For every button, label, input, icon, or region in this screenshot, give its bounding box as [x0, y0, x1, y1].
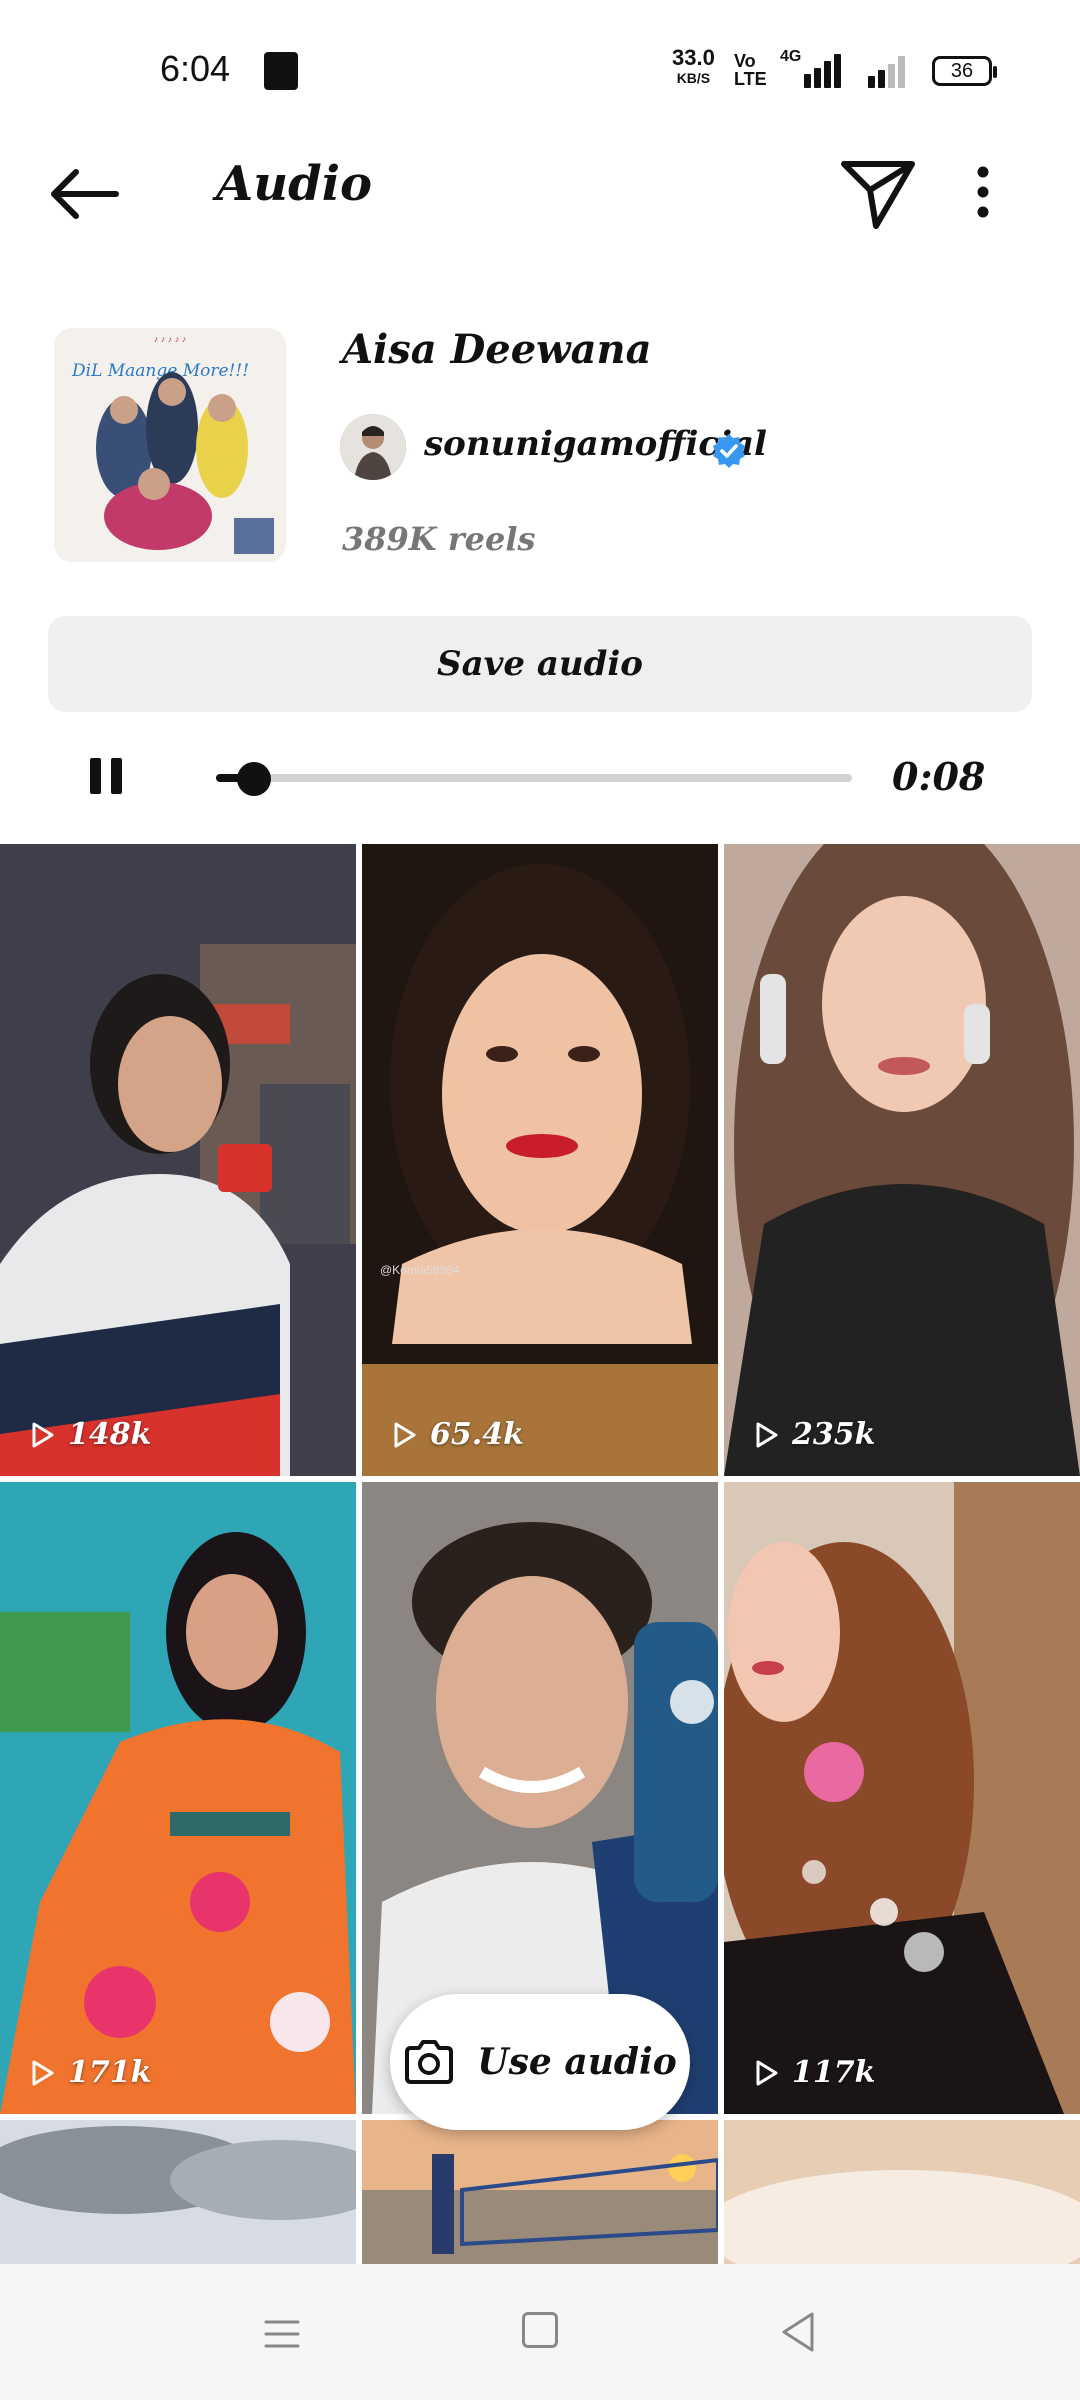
- artist-avatar[interactable]: [340, 414, 406, 480]
- pause-icon: [90, 758, 101, 794]
- triangle-back-icon: [782, 2312, 814, 2352]
- pause-button[interactable]: [84, 752, 128, 804]
- use-audio-label: Use audio: [477, 2041, 677, 2083]
- play-icon: [32, 1422, 54, 1447]
- album-art[interactable]: ♪ ♪ ♪ ♪ ♪ DiL Maange More!!!: [54, 328, 286, 562]
- svg-text:@Komla58984: @Komla58984: [380, 1263, 460, 1277]
- svg-text:♪ ♪ ♪ ♪ ♪: ♪ ♪ ♪ ♪ ♪: [154, 334, 187, 344]
- camera-icon: [405, 2040, 454, 2084]
- progress-track[interactable]: [216, 774, 852, 782]
- network-speed: 33.0 KB/S: [672, 45, 715, 87]
- reel-tile[interactable]: 148k: [0, 844, 356, 1476]
- view-count: 235k: [750, 1417, 875, 1452]
- verified-badge-icon: [710, 432, 748, 470]
- album-art-title: DiL Maange More!!!: [71, 361, 249, 381]
- save-audio-button[interactable]: Save audio: [48, 616, 1032, 712]
- reel-tile[interactable]: [724, 2120, 1080, 2264]
- play-icon: [32, 2060, 54, 2085]
- system-back-button[interactable]: [776, 2308, 820, 2356]
- notification-app-icon: [264, 52, 298, 90]
- use-audio-button[interactable]: Use audio: [390, 1994, 690, 2130]
- song-title: Aisa Deewana: [342, 326, 652, 373]
- send-icon: [841, 161, 915, 229]
- signal-icon: 4G: [780, 48, 841, 88]
- reel-tile[interactable]: 117k: [724, 1482, 1080, 2114]
- reel-tile[interactable]: 171k: [0, 1482, 356, 2114]
- view-count: 148k: [26, 1417, 151, 1452]
- menu-icon: [264, 2320, 300, 2348]
- reel-tile[interactable]: [0, 2120, 356, 2264]
- playback-time: 0:08: [892, 754, 986, 799]
- recent-apps-button[interactable]: [262, 2314, 302, 2354]
- play-icon: [394, 1422, 416, 1447]
- home-button[interactable]: [522, 2312, 558, 2348]
- reel-tile[interactable]: [362, 2120, 718, 2264]
- page-title: Audio: [216, 156, 372, 212]
- reels-count: 389K reels: [342, 520, 536, 558]
- arrow-left-icon: [51, 169, 119, 219]
- reel-tile[interactable]: 235k: [724, 844, 1080, 1476]
- share-button[interactable]: [836, 150, 920, 234]
- view-count: 65.4k: [388, 1417, 524, 1452]
- progress-thumb[interactable]: [237, 762, 272, 796]
- view-count: 171k: [26, 2055, 151, 2090]
- signal-secondary-icon: [852, 50, 916, 88]
- play-icon: [756, 2060, 778, 2085]
- battery-icon: 36: [932, 56, 997, 86]
- more-vertical-icon: [977, 166, 989, 218]
- volte-indicator: Vo LTE: [734, 51, 767, 89]
- reel-tile[interactable]: @Komla58984 65.4k: [362, 844, 718, 1476]
- back-button[interactable]: [42, 152, 126, 236]
- view-count: 117k: [750, 2055, 875, 2090]
- status-time: 6:04: [160, 48, 231, 89]
- more-options-button[interactable]: [950, 150, 1016, 234]
- play-icon: [756, 1422, 778, 1447]
